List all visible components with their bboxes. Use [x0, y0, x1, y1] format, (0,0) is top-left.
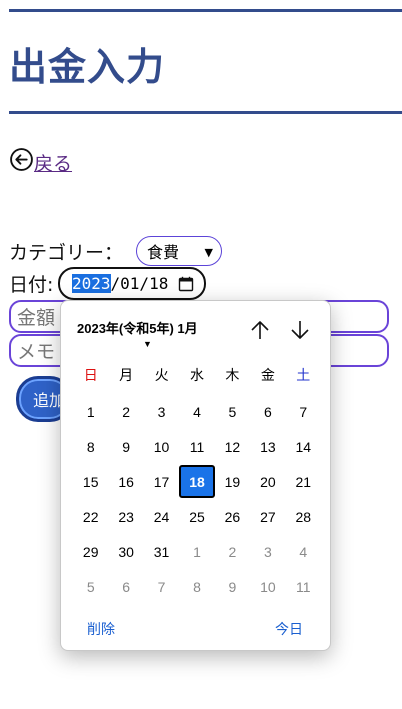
date-month-day-segment[interactable]: /01/18	[111, 274, 169, 293]
calendar-day[interactable]: 12	[215, 429, 250, 464]
back-link[interactable]: 戻る	[34, 149, 72, 176]
weekday-label: 日	[83, 367, 98, 383]
calendar-day[interactable]: 7	[144, 569, 179, 604]
back-nav[interactable]: 戻る	[9, 143, 72, 176]
calendar-day[interactable]: 8	[73, 429, 108, 464]
calendar-day[interactable]: 7	[286, 394, 321, 429]
calendar-icon[interactable]	[178, 276, 194, 292]
today-button[interactable]: 今日	[275, 619, 303, 639]
calendar-day[interactable]: 24	[144, 499, 179, 534]
calendar-day[interactable]: 17	[144, 464, 179, 499]
calendar-day[interactable]: 9	[215, 569, 250, 604]
calendar-day[interactable]: 2	[108, 394, 143, 429]
calendar-day[interactable]: 11	[179, 429, 214, 464]
title-underline	[9, 111, 402, 114]
page-title: 出金入力	[9, 45, 166, 89]
calendar-day[interactable]: 6	[108, 569, 143, 604]
previous-month-arrow-icon[interactable]	[248, 318, 272, 342]
calendar-day[interactable]: 30	[108, 534, 143, 569]
calendar-day[interactable]: 5	[215, 394, 250, 429]
weekday-label: 金	[260, 367, 275, 383]
calendar-day[interactable]: 29	[73, 534, 108, 569]
calendar-day[interactable]: 5	[73, 569, 108, 604]
calendar-day[interactable]: 8	[179, 569, 214, 604]
date-year-segment[interactable]: 2023	[72, 274, 111, 293]
weekday-label: 月	[119, 367, 134, 383]
top-rule	[9, 9, 402, 12]
calendar-day[interactable]: 3	[250, 534, 285, 569]
calendar-day[interactable]: 27	[250, 499, 285, 534]
calendar-day[interactable]: 19	[215, 464, 250, 499]
calendar-day[interactable]: 21	[286, 464, 321, 499]
calendar-day[interactable]: 6	[250, 394, 285, 429]
category-select[interactable]: 食費 ▼	[136, 236, 222, 266]
weekday-header: 日 月 火 水 木 金 土	[73, 365, 321, 385]
calendar-day[interactable]: 16	[108, 464, 143, 499]
calendar-day[interactable]: 25	[179, 499, 214, 534]
calendar-day[interactable]: 1	[179, 534, 214, 569]
weekday-label: 土	[296, 367, 311, 383]
calendar-day[interactable]: 14	[286, 429, 321, 464]
calendar-day[interactable]: 9	[108, 429, 143, 464]
amount-placeholder: 金額	[17, 307, 56, 329]
next-month-arrow-icon[interactable]	[288, 318, 312, 342]
calendar-day[interactable]: 2	[215, 534, 250, 569]
memo-placeholder: メモ	[17, 341, 56, 363]
calendar-day[interactable]: 28	[286, 499, 321, 534]
calendar-day[interactable]: 10	[144, 429, 179, 464]
calendar-day[interactable]: 4	[179, 394, 214, 429]
calendar-day-grid: 1 2 3 4 5 6 7 8 9 10 11 12 13 14 15 16 17 18 19 20 21 22 23 24 2…	[73, 394, 321, 604]
weekday-label: 木	[225, 367, 240, 383]
clear-button[interactable]: 削除	[87, 619, 115, 639]
calendar-day[interactable]: 1	[73, 394, 108, 429]
date-input[interactable]: 2023/01/18	[58, 267, 206, 300]
category-selected-value: 食費	[147, 243, 180, 262]
date-label: 日付:	[9, 274, 54, 296]
calendar-day[interactable]: 22	[73, 499, 108, 534]
chevron-down-icon: ▼	[204, 246, 213, 259]
calendar-day[interactable]: 13	[250, 429, 285, 464]
category-label: カテゴリー：	[9, 242, 124, 264]
calendar-day[interactable]: 4	[286, 534, 321, 569]
calendar-day[interactable]: 15	[73, 464, 108, 499]
calendar-day[interactable]: 10	[250, 569, 285, 604]
caret-down-icon[interactable]: ▼	[143, 339, 152, 349]
calendar-day[interactable]: 23	[108, 499, 143, 534]
month-year-selector[interactable]: 2023年(令和5年) 1月	[77, 318, 198, 337]
calendar-day[interactable]: 31	[144, 534, 179, 569]
calendar-day[interactable]: 11	[286, 569, 321, 604]
calendar-day-selected[interactable]: 18	[179, 465, 215, 498]
calendar-day[interactable]: 26	[215, 499, 250, 534]
weekday-label: 水	[189, 367, 204, 383]
back-arrow-icon[interactable]	[9, 147, 34, 172]
date-picker-popup[interactable]: 2023年(令和5年) 1月 ▼ 日 月 火 水 木 金 土 123456789…	[60, 300, 331, 651]
calendar-day[interactable]: 3	[144, 394, 179, 429]
weekday-label: 火	[154, 367, 169, 383]
calendar-day[interactable]: 20	[250, 464, 285, 499]
